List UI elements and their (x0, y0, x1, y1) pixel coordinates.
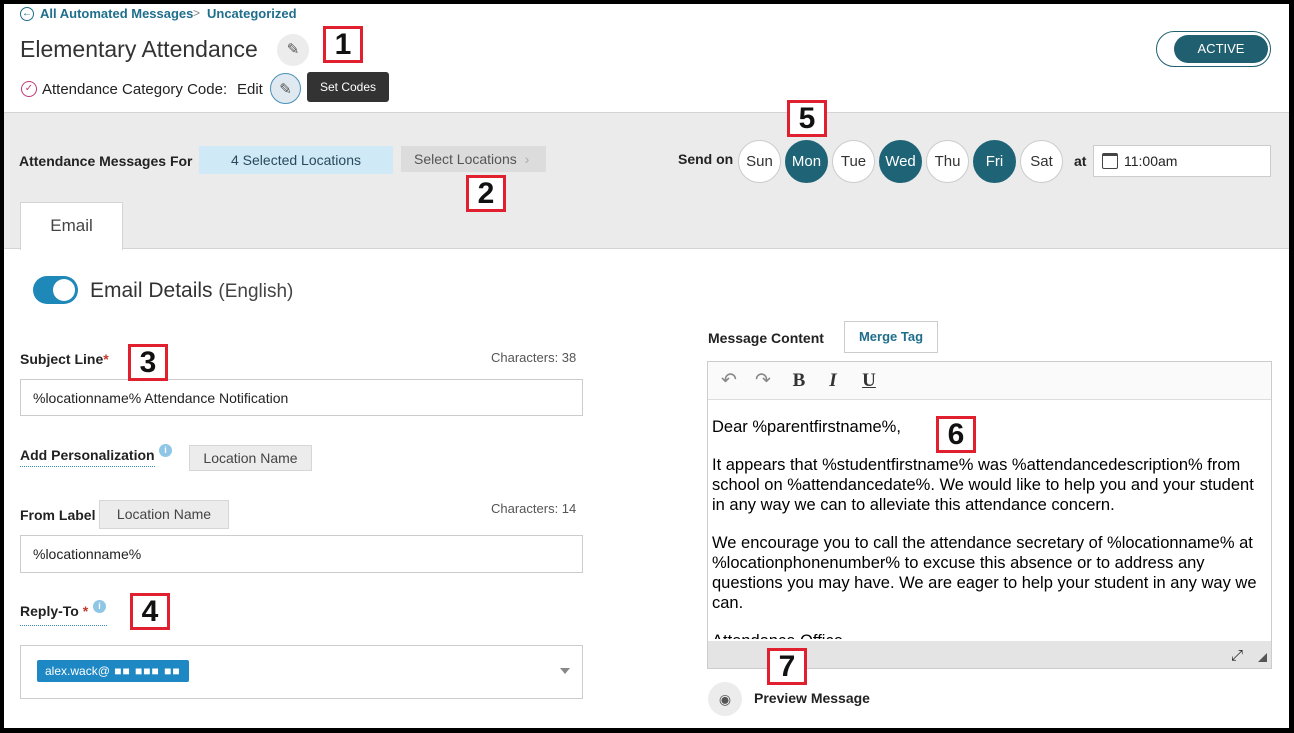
message-body[interactable]: Dear %parentfirstname%, It appears that … (709, 401, 1270, 639)
day-wed[interactable]: Wed (879, 140, 922, 183)
italic-icon[interactable]: I (820, 369, 846, 393)
chevron-right-icon: › (524, 151, 530, 167)
active-status-button[interactable]: ACTIVE (1174, 35, 1268, 63)
back-arrow-icon[interactable]: ← (20, 7, 34, 21)
merge-tag-button[interactable]: Merge Tag (844, 321, 938, 353)
send-on-label: Send on (678, 151, 734, 167)
calendar-icon (1102, 153, 1118, 169)
undo-icon[interactable]: ↶ (716, 369, 742, 393)
callout-3: 3 (128, 344, 168, 381)
underline-icon[interactable]: U (856, 369, 882, 393)
from-location-name-chip[interactable]: Location Name (99, 500, 229, 529)
message-editor: ↶ ↷ B I U Dear %parentfirstname%, It app… (707, 361, 1272, 669)
reply-to-select[interactable]: alex.wack@ ■■ ■■■ ■■ (20, 645, 583, 699)
message-paragraph: We encourage you to call the attendance … (712, 534, 1257, 612)
page-title: Elementary Attendance (20, 36, 258, 62)
resize-handle-icon[interactable] (1258, 653, 1267, 662)
eye-icon[interactable]: ◉ (708, 682, 742, 716)
edit-title-button[interactable]: ✎ (277, 34, 309, 66)
info-icon[interactable]: i (93, 600, 106, 613)
day-fri[interactable]: Fri (973, 140, 1016, 183)
personalization-location-name-chip[interactable]: Location Name (189, 445, 312, 471)
add-personalization-label: Add Personalization (20, 447, 155, 467)
messages-for-label: Attendance Messages For (19, 153, 193, 169)
subject-line-label: Subject Line* (20, 351, 109, 367)
day-thu[interactable]: Thu (926, 140, 969, 183)
breadcrumb-uncategorized[interactable]: Uncategorized (207, 6, 297, 21)
redo-icon[interactable]: ↷ (750, 369, 776, 393)
email-details-toggle[interactable] (33, 276, 78, 304)
required-marker: * (78, 603, 89, 619)
callout-5: 5 (787, 100, 827, 137)
tab-email[interactable]: Email (20, 202, 123, 250)
pencil-icon: ✎ (286, 41, 300, 58)
breadcrumb-all-messages[interactable]: All Automated Messages (40, 6, 193, 21)
subject-char-count: Characters: 38 (491, 350, 577, 365)
redacted-text: ■■ ■■■ ■■ (109, 664, 181, 678)
from-label-label: From Label (20, 507, 96, 523)
message-paragraph: Dear %parentfirstname%, (712, 418, 901, 436)
subject-line-input[interactable] (20, 379, 583, 416)
email-details-heading: Email Details (90, 279, 213, 302)
email-details-title: Email Details (English) (90, 279, 293, 303)
reply-to-email-chip[interactable]: alex.wack@ ■■ ■■■ ■■ (37, 660, 189, 682)
callout-2: 2 (466, 175, 506, 212)
day-tue[interactable]: Tue (832, 140, 875, 183)
day-sun[interactable]: Sun (738, 140, 781, 183)
expand-icon[interactable]: ⤢ (1231, 647, 1243, 664)
info-icon[interactable]: i (159, 444, 172, 457)
bold-icon[interactable]: B (786, 369, 812, 393)
editor-toolbar: ↶ ↷ B I U (708, 362, 1271, 400)
from-char-count: Characters: 14 (491, 501, 577, 516)
set-codes-tooltip: Set Codes (307, 72, 389, 102)
app-window: ← All Automated Messages > Uncategorized… (4, 4, 1289, 728)
check-circle-icon: ✓ (21, 81, 37, 97)
callout-6: 6 (936, 416, 976, 453)
pencil-icon: ✎ (279, 81, 292, 98)
select-locations-button[interactable]: Select Locations › (401, 146, 546, 172)
category-code-value: Edit (237, 81, 263, 98)
callout-7: 7 (767, 648, 807, 685)
category-code-label: Attendance Category Code: (42, 81, 228, 98)
send-time-value: 11:00am (1124, 153, 1178, 169)
message-content-label: Message Content (708, 330, 824, 346)
from-label-input[interactable] (20, 535, 583, 573)
breadcrumb-separator: > (193, 6, 201, 20)
callout-4: 4 (130, 593, 170, 630)
subject-line-text: Subject Line (20, 351, 104, 367)
email-details-language: (English) (218, 281, 294, 302)
toggle-knob (53, 279, 75, 301)
schedule-band: Attendance Messages For 4 Selected Locat… (4, 112, 1289, 250)
selected-locations-badge: 4 Selected Locations (199, 146, 393, 174)
chevron-down-icon (560, 668, 570, 674)
at-label: at (1074, 153, 1087, 169)
set-codes-button[interactable]: ✎ (270, 73, 301, 104)
day-mon[interactable]: Mon (785, 140, 828, 183)
required-marker: * (103, 351, 109, 367)
preview-message-link[interactable]: Preview Message (754, 690, 870, 706)
reply-to-text: Reply-To (20, 603, 79, 619)
reply-to-email: alex.wack@ (45, 664, 110, 678)
day-sat[interactable]: Sat (1020, 140, 1063, 183)
send-time-input[interactable]: 11:00am (1093, 145, 1271, 177)
message-paragraph: It appears that %studentfirstname% was %… (712, 456, 1254, 514)
status-toggle[interactable]: ACTIVE (1156, 31, 1271, 67)
message-paragraph: Attendance Office (712, 631, 1266, 639)
select-locations-label: Select Locations (414, 151, 517, 167)
callout-1: 1 (323, 26, 363, 63)
